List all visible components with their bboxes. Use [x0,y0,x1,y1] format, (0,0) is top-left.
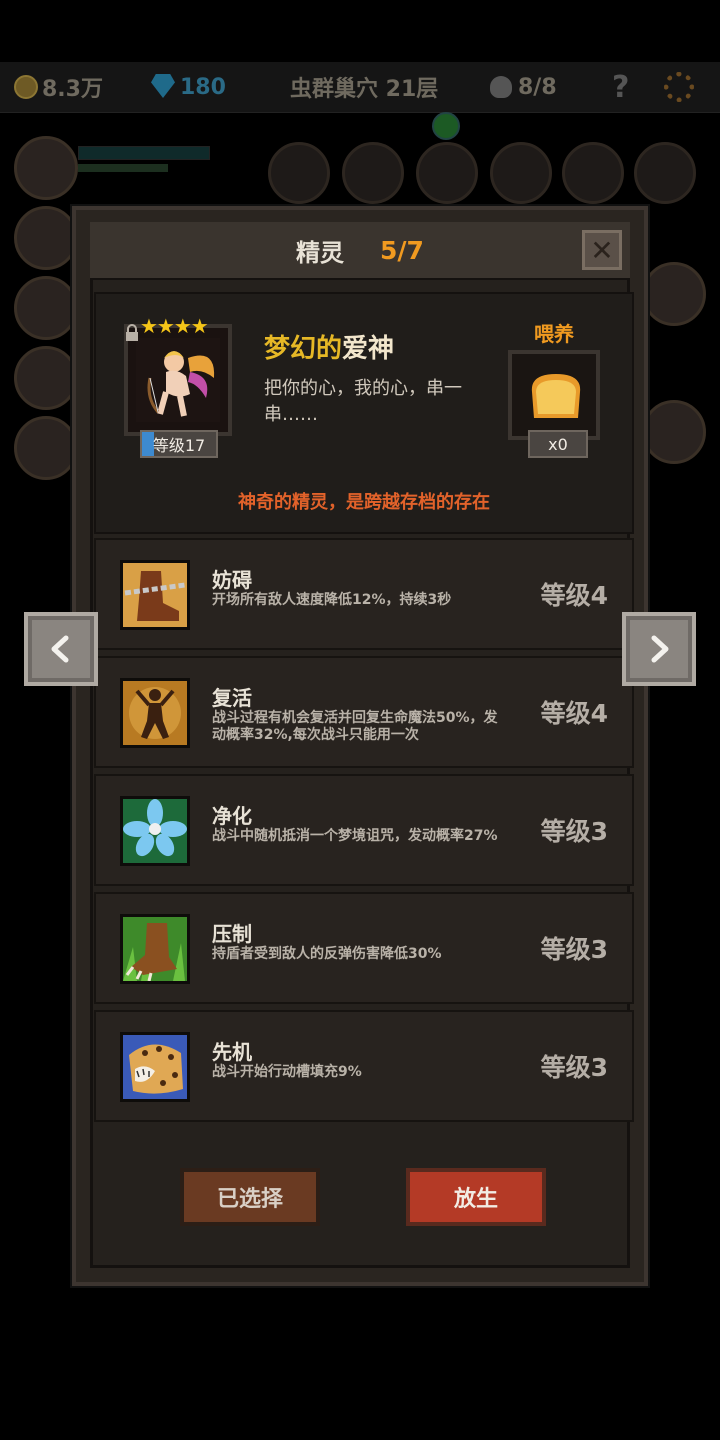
hero-portrait-1 [14,136,78,200]
skill-row[interactable]: 净化 战斗中随机抵消一个梦境诅咒，发动概率27% 等级3 [94,774,634,886]
hero-portrait-5 [14,416,78,480]
skill-name: 净化 [212,804,252,828]
spirit-level-badge: 等级17 [140,430,218,458]
bg-skill-slot-4 [490,142,552,204]
selected-button[interactable]: 已选择 [180,1168,320,1226]
rarity-stars: ★★★★ [140,314,209,338]
previous-spirit-button[interactable] [24,612,98,686]
gear-icon [664,72,694,102]
hero-hp-bar [78,146,210,160]
enemy-portrait-2 [642,400,706,464]
skill-description: 战斗开始行动槽填充9% [212,1064,362,1080]
dialog-title: 精灵 [296,238,345,267]
skill-name: 妨碍 [212,568,252,592]
skill-row[interactable]: 先机 战斗开始行动槽填充9% 等级3 [94,1010,634,1122]
bg-skill-slot-6 [634,142,696,204]
skill-level: 等级4 [540,581,608,610]
hero-portrait-3 [14,276,78,340]
gem-counter: 180 [150,62,226,112]
skill-level: 等级3 [540,935,608,964]
hero-portrait-2 [14,206,78,270]
bg-skill-slot-3 [416,142,478,204]
spirit-info-card: ★★★★ 等级17 梦幻的爱神 把你的心，我的心，串一串…… 喂养 x0 神奇的… [94,292,634,534]
status-indicator [432,112,460,140]
leopard-icon [120,1032,190,1102]
location-label: 虫群巢穴 21层 [290,77,439,102]
enemy-portrait-1 [642,262,706,326]
feed-count: x0 [528,430,588,458]
skill-name: 复活 [212,686,252,710]
close-button[interactable]: ✕ [582,230,622,270]
spirit-dialog: 精灵 5/7 ✕ ★★★★ 等级17 梦幻的爱神 把你的心，我的心，串一串…… … [72,206,648,1286]
spirit-portrait[interactable] [124,324,232,436]
spirit-description: 把你的心，我的心，串一串…… [264,378,462,425]
skill-level: 等级3 [540,817,608,846]
skill-name: 压制 [212,922,252,946]
next-spirit-button[interactable] [622,612,696,686]
close-icon: ✕ [590,233,614,267]
skill-description: 开场所有敌人速度降低12%，持续3秒 [212,592,452,608]
cupid-icon [136,338,220,422]
coin-icon [14,75,38,99]
skill-level: 等级4 [540,699,608,728]
skill-description: 战斗中随机抵消一个梦境诅咒，发动概率27% [212,828,498,844]
chevron-right-icon [651,635,669,663]
chain-boot-icon [120,560,190,630]
feed-slot[interactable] [508,350,600,440]
skill-description: 持盾者受到敌人的反弹伤害降低30% [212,946,442,962]
question-icon: ? [612,69,630,105]
bg-skill-slot-2 [342,142,404,204]
spirit-count: 5/7 [380,235,424,265]
bread-icon [531,374,581,418]
top-status-bar: 8.3万 180 虫群巢穴 21层 8/8 ? [0,62,720,113]
bg-skill-slot-1 [268,142,330,204]
dialog-title-bar: 精灵 5/7 ✕ [90,222,630,280]
skill-level: 等级3 [540,1053,608,1082]
spirit-level: 等级17 [152,436,206,455]
skill-row[interactable]: 复活 战斗过程有机会复活并回复生命魔法50%，发动概率32%,每次战斗只能用一次… [94,656,634,768]
settings-button[interactable] [664,62,694,112]
spirit-tagline: 神奇的精灵，是跨越存档的存在 [238,492,490,513]
hero-mp-bar [78,164,168,172]
feed-label: 喂养 [534,322,574,346]
gem-amount: 180 [180,74,226,100]
hero-portrait-4 [14,346,78,410]
lock-icon[interactable] [124,324,140,342]
help-button[interactable]: ? [612,62,629,112]
gem-icon [150,74,176,100]
kill-counter: 8/8 [490,62,557,112]
skill-description: 战斗过程有机会复活并回复生命魔法50%，发动概率32%,每次战斗只能用一次 [212,710,498,743]
beast-claw-icon [120,914,190,984]
skull-icon [490,76,512,98]
coin-counter: 8.3万 [14,62,103,112]
spirit-name: 梦幻的爱神 [264,334,395,364]
release-button[interactable]: 放生 [406,1168,546,1226]
blue-flower-icon [120,796,190,866]
skill-name: 先机 [212,1040,252,1064]
kill-count: 8/8 [518,74,557,100]
skill-row[interactable]: 妨碍 开场所有敌人速度降低12%，持续3秒 等级4 [94,538,634,650]
bg-skill-slot-5 [562,142,624,204]
chevron-left-icon [51,635,69,663]
coin-amount: 8.3万 [42,77,103,102]
skill-row[interactable]: 压制 持盾者受到敌人的反弹伤害降低30% 等级3 [94,892,634,1004]
revive-figure-icon [120,678,190,748]
